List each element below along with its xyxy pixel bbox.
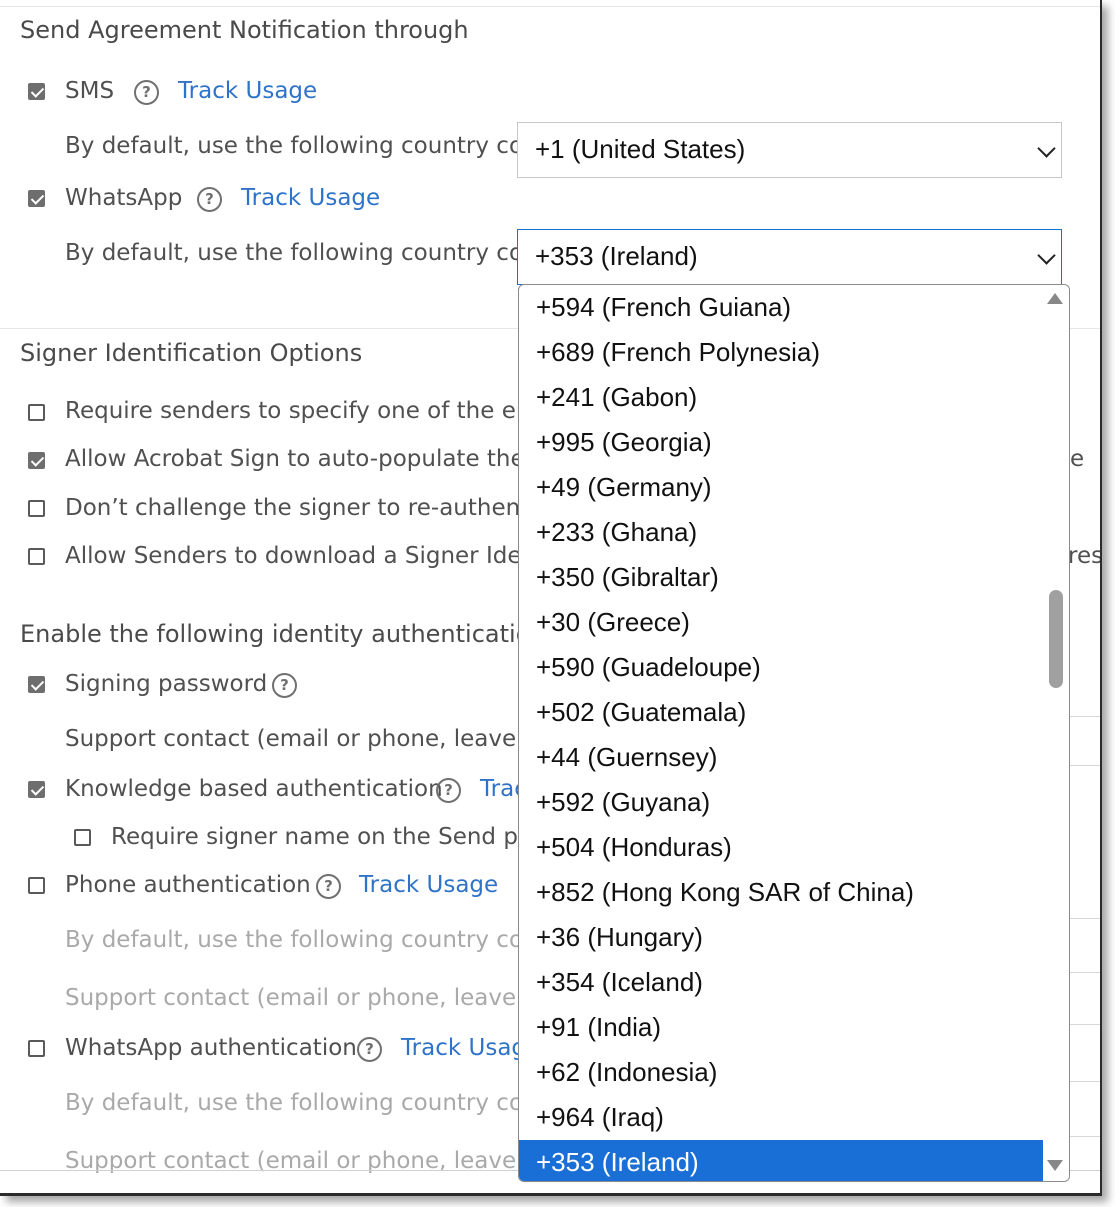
support-contact-field-edge: [1065, 716, 1100, 717]
signer-option-checkbox[interactable]: [28, 452, 45, 469]
sms-country-label: By default, use the following country co…: [65, 133, 560, 159]
chevron-down-icon: [1037, 139, 1056, 158]
country-option[interactable]: +44 (Guernsey): [519, 735, 1044, 780]
top-divider: [0, 6, 1100, 7]
whatsapp-checkbox[interactable]: [28, 190, 45, 207]
signer-option-checkbox[interactable]: [28, 404, 45, 421]
country-option[interactable]: +502 (Guatemala): [519, 690, 1044, 735]
country-option[interactable]: +62 (Indonesia): [519, 1050, 1044, 1095]
phone-country-label: By default, use the following country co…: [65, 927, 560, 953]
sms-checkbox[interactable]: [28, 83, 45, 100]
sms-country-select[interactable]: +1 (United States): [517, 122, 1062, 178]
country-code-dropdown-list[interactable]: +594 (French Guiana) +689 (French Polyne…: [518, 284, 1070, 1182]
require-signer-name-checkbox[interactable]: [74, 829, 91, 846]
country-option[interactable]: +504 (Honduras): [519, 825, 1044, 870]
kba-label: Knowledge based authentication: [65, 776, 443, 802]
country-option[interactable]: +30 (Greece): [519, 600, 1044, 645]
phone-support-field-edge: [1065, 1024, 1100, 1025]
require-signer-name-label: Require signer name on the Send page: [111, 824, 561, 850]
country-option[interactable]: +91 (India): [519, 1005, 1044, 1050]
country-option[interactable]: +36 (Hungary): [519, 915, 1044, 960]
settings-panel: Send Agreement Notification through SMS …: [0, 0, 1102, 1196]
signer-option-label: Require senders to specify one of the en…: [65, 398, 560, 424]
signer-option-checkbox[interactable]: [28, 548, 45, 565]
whatsapp-auth-country-label: By default, use the following country co…: [65, 1090, 560, 1116]
support-contact-field-edge: [1065, 765, 1100, 766]
dropdown-scrollbar[interactable]: [1043, 285, 1069, 1181]
country-option[interactable]: +964 (Iraq): [519, 1095, 1044, 1140]
scroll-up-arrow-icon[interactable]: [1047, 293, 1063, 304]
whatsapp-auth-country-field-edge: [1065, 1136, 1100, 1137]
country-option[interactable]: +241 (Gabon): [519, 375, 1044, 420]
signer-option-label-tail: e: [1070, 446, 1085, 472]
phone-country-field-edge: [1065, 918, 1100, 919]
whatsapp-auth-help-icon[interactable]: ?: [357, 1037, 382, 1062]
sms-label: SMS: [65, 78, 115, 104]
country-option[interactable]: +594 (French Guiana): [519, 285, 1044, 330]
country-option[interactable]: +350 (Gibraltar): [519, 555, 1044, 600]
kba-checkbox[interactable]: [28, 781, 45, 798]
phone-auth-help-icon[interactable]: ?: [316, 874, 341, 899]
whatsapp-auth-checkbox[interactable]: [28, 1040, 45, 1057]
phone-auth-checkbox[interactable]: [28, 877, 45, 894]
whatsapp-country-label: By default, use the following country co…: [65, 240, 560, 266]
country-option[interactable]: +852 (Hong Kong SAR of China): [519, 870, 1044, 915]
country-option[interactable]: +233 (Ghana): [519, 510, 1044, 555]
country-option[interactable]: +689 (French Polynesia): [519, 330, 1044, 375]
signing-password-checkbox[interactable]: [28, 676, 45, 693]
country-option[interactable]: +995 (Georgia): [519, 420, 1044, 465]
signer-option-label: Allow Acrobat Sign to auto-populate the …: [65, 446, 553, 472]
signing-password-help-icon[interactable]: ?: [272, 673, 297, 698]
phone-country-field-edge: [1065, 972, 1100, 973]
signer-option-label: Allow Senders to download a Signer Ident…: [65, 543, 552, 569]
sms-country-value: +1 (United States): [535, 134, 746, 164]
phone-auth-track-usage-link[interactable]: Track Usage: [359, 872, 498, 898]
scroll-down-arrow-icon[interactable]: [1047, 1160, 1063, 1171]
whatsapp-label: WhatsApp: [65, 185, 183, 211]
support-contact-label: Support contact (email or phone, leave i…: [65, 726, 561, 752]
notification-heading: Send Agreement Notification through: [20, 16, 469, 44]
country-option[interactable]: +590 (Guadeloupe): [519, 645, 1044, 690]
auth-heading: Enable the following identity authentica…: [20, 620, 569, 648]
phone-support-contact-label: Support contact (email or phone, leave i…: [65, 985, 561, 1011]
sms-track-usage-link[interactable]: Track Usage: [178, 78, 317, 104]
signer-option-label: Don’t challenge the signer to re-authent…: [65, 495, 572, 521]
whatsapp-help-icon[interactable]: ?: [197, 187, 222, 212]
whatsapp-country-select[interactable]: +353 (Ireland): [517, 229, 1062, 285]
chevron-down-icon: [1037, 246, 1056, 265]
phone-auth-label: Phone authentication: [65, 872, 311, 898]
kba-help-icon[interactable]: ?: [436, 778, 461, 803]
country-option[interactable]: +354 (Iceland): [519, 960, 1044, 1005]
whatsapp-auth-label: WhatsApp authentication: [65, 1035, 357, 1061]
signing-password-label: Signing password: [65, 671, 268, 697]
signer-heading: Signer Identification Options: [20, 339, 363, 367]
country-option[interactable]: +592 (Guyana): [519, 780, 1044, 825]
whatsapp-country-value: +353 (Ireland): [535, 241, 698, 271]
whatsapp-track-usage-link[interactable]: Track Usage: [241, 185, 380, 211]
sms-help-icon[interactable]: ?: [134, 80, 159, 105]
signer-option-label-tail: res: [1068, 543, 1102, 569]
signer-option-checkbox[interactable]: [28, 500, 45, 517]
country-option-selected[interactable]: +353 (Ireland): [519, 1140, 1044, 1181]
country-option[interactable]: +49 (Germany): [519, 465, 1044, 510]
whatsapp-auth-country-field-edge: [1065, 1081, 1100, 1082]
scrollbar-thumb[interactable]: [1049, 590, 1063, 688]
